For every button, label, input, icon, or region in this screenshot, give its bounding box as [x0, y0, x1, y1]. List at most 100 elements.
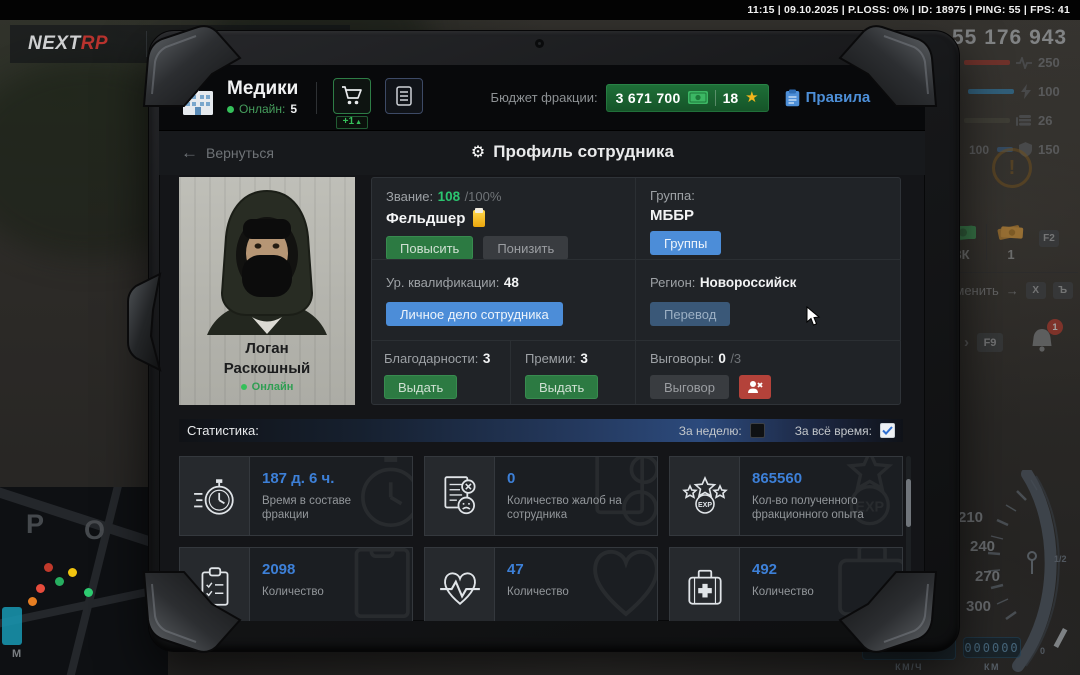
odometer-value: 000000 [964, 638, 1020, 658]
clipboard-ghost-icon [335, 547, 413, 621]
back-arrow-icon: ← [181, 144, 198, 161]
employee-photo: Логан Раскошный Онлайн [179, 177, 355, 405]
back-label: Вернуться [206, 145, 274, 161]
minimap-marker-label: М [12, 648, 21, 660]
stat-value: 47 [507, 561, 569, 578]
medkit-icon [670, 548, 740, 621]
reprimand-button[interactable]: Выговор [650, 375, 729, 399]
stat-card-heals: 47 Количество [424, 547, 658, 621]
employee-last-name: Раскошный [224, 359, 311, 379]
fuel-half-label: 1/2 [1054, 554, 1067, 564]
employee-portrait [192, 177, 342, 335]
promote-button[interactable]: Повысить [386, 236, 473, 260]
minimap-street-letter: О [84, 515, 105, 546]
stat-label: Количество [752, 585, 814, 599]
odometer-box: 000000 [963, 637, 1021, 658]
stat-label: Время в составе фракции [262, 494, 400, 523]
arrow-right-icon: → [1006, 283, 1019, 298]
rank-label: Звание: [386, 189, 433, 204]
gauge-tick-210: 210 [958, 509, 983, 526]
online-count: 5 [290, 102, 297, 116]
budget-pill: 3 671 700 18 ★ [606, 84, 769, 112]
demote-button[interactable]: Понизить [483, 236, 568, 260]
alert-icon: ! [992, 148, 1032, 188]
thanks-cell: Благодарности: 3 Выдать [372, 340, 510, 404]
report-button[interactable] [385, 78, 423, 114]
rpm-band [1018, 474, 1051, 666]
game-screen: Р О М 11:15 | 09.10.2025 | P.LOSS: 0% | … [0, 0, 1080, 675]
gauge-tick-240: 240 [970, 538, 995, 555]
vitals-panel: 250 100 26 100 150 [952, 48, 1068, 164]
personal-file-button[interactable]: Личное дело сотрудника [386, 302, 563, 326]
logo-rp: RP [81, 33, 108, 54]
alert-glyph: ! [1009, 157, 1016, 180]
region-cell: Регион: Новороссийск Перевод [635, 259, 901, 340]
stat-card-exp: EXP 865560 Кол-во полученного фракционно… [669, 456, 903, 536]
online-dot-icon [241, 384, 247, 390]
heart-pulse-icon [425, 548, 495, 621]
mouse-cursor [806, 306, 822, 326]
reprimands-cell: Выговоры: 0 /3 Выговор [635, 340, 901, 404]
transfer-button[interactable]: Перевод [650, 302, 730, 326]
minimap-blip [44, 563, 53, 572]
notifications-bell: 1 [1027, 325, 1057, 360]
gauge-tick-270: 270 [975, 568, 1000, 585]
budget-label: Бюджет фракции: [491, 90, 598, 105]
chevron-right-icon: › [964, 334, 969, 351]
check-icon [882, 426, 893, 435]
divider [715, 90, 716, 106]
minimap-blip [68, 568, 77, 577]
energy-row: 100 [952, 77, 1068, 106]
online-label: Онлайн: [239, 102, 285, 116]
rank-max: /100% [465, 189, 502, 204]
tickets-icon [995, 222, 1027, 244]
armor-left-value: 100 [969, 143, 989, 157]
group-label: Группа: [650, 188, 887, 203]
thanks-label: Благодарности: [384, 351, 478, 366]
stat-label: Кол-во полученного фракционного опыта [752, 494, 890, 523]
groups-button[interactable]: Группы [650, 231, 721, 255]
rank-name: Фельдшер [386, 210, 465, 227]
alltime-checkbox[interactable] [880, 423, 895, 438]
week-checkbox[interactable] [750, 423, 765, 438]
shop-cart-button[interactable] [333, 78, 371, 114]
logo-next: NEXT [28, 33, 81, 54]
rank-cell: Звание: 108 /100% Фельдшер Повысить Пони… [372, 178, 635, 259]
fire-employee-button[interactable] [739, 375, 771, 399]
give-bonus-button[interactable]: Выдать [525, 375, 598, 399]
thanks-value: 3 [483, 351, 491, 366]
change-row: Сменить → X Ъ [946, 282, 1078, 299]
budget-value: 3 671 700 [616, 90, 681, 106]
region-value: Новороссийск [700, 275, 797, 290]
star-icon: ★ [745, 90, 758, 105]
armor-value: 150 [1038, 142, 1068, 157]
stopwatch-icon [180, 457, 250, 535]
employee-name: Логан Раскошный [224, 339, 311, 378]
complaints-icon [425, 457, 495, 535]
tickets-item: 1 [995, 222, 1027, 262]
bonuses-label: Премии: [525, 351, 576, 366]
stat-value: 492 [752, 561, 814, 578]
health-bar [964, 60, 1010, 65]
minimap-blip [55, 577, 64, 586]
minimap-street-letter: Р [26, 509, 44, 540]
reprimands-label: Выговоры: [650, 351, 714, 366]
notification-count-badge: 1 [1047, 319, 1063, 335]
tablet-device: Медики Онлайн: 5 [148, 30, 960, 652]
stat-card-time: 187 д. 6 ч. Время в составе фракции [179, 456, 413, 536]
money-bill-icon [688, 91, 708, 104]
stat-label: Количество [262, 585, 324, 599]
scrollbar-thumb[interactable] [906, 479, 911, 527]
give-thanks-button[interactable]: Выдать [384, 375, 457, 399]
qualification-cell: Ур. квалификации: 48 Личное дело сотрудн… [372, 259, 635, 340]
statistics-bar: Статистика: За неделю: За всё время: [179, 419, 903, 442]
back-button[interactable]: ← Вернуться [181, 144, 274, 161]
stat-value: 187 д. 6 ч. [262, 470, 400, 487]
stat-card-complaints: 0 Количество жалоб на сотрудника [424, 456, 658, 536]
report-icon [395, 86, 413, 106]
stat-value: 0 [507, 470, 645, 487]
quick-row: › F9 1 [946, 325, 1078, 360]
stat-label: Количество [507, 585, 569, 599]
gear-icon: ⚙ [471, 142, 485, 162]
page-title: ⚙ Профиль сотрудника [471, 142, 674, 162]
